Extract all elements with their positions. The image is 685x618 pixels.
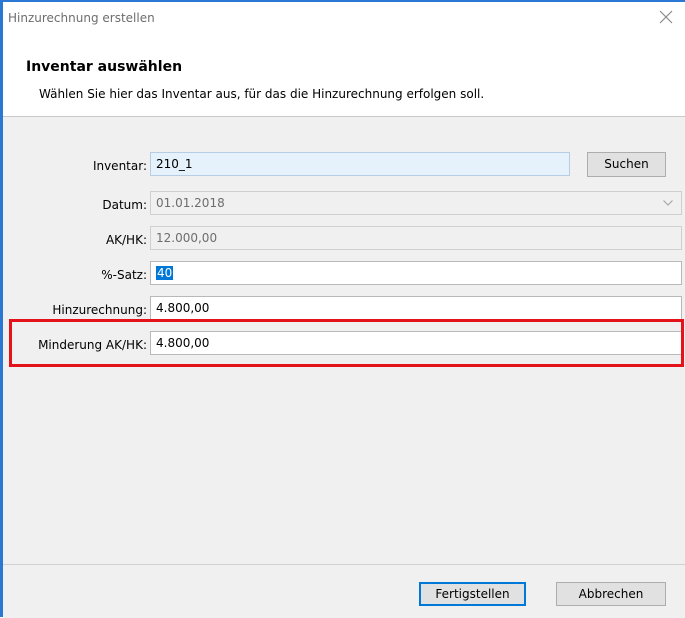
satz-value: 40	[156, 266, 174, 280]
highlight-annotation	[9, 319, 684, 367]
page-title: Inventar auswählen	[26, 59, 183, 75]
inventar-input[interactable]: 210_1	[150, 152, 570, 176]
akhk-field: 12.000,00	[150, 226, 682, 250]
satz-label: %-Satz:	[101, 268, 147, 282]
datum-label: Datum:	[102, 198, 147, 212]
akhk-label: AK/HK:	[105, 233, 147, 247]
window-title: Hinzurechnung erstellen	[8, 11, 155, 25]
window-border-left	[0, 0, 3, 617]
akhk-value: 12.000,00	[156, 231, 218, 245]
dialog-window: Hinzurechnung erstellen Inventar auswähl…	[0, 0, 685, 618]
datum-select[interactable]: 01.01.2018	[150, 191, 682, 215]
chevron-down-icon	[663, 200, 673, 206]
finish-button[interactable]: Fertigstellen	[419, 582, 526, 606]
inventar-label: Inventar:	[92, 159, 147, 173]
dialog-footer: Fertigstellen Abbrechen	[3, 564, 685, 618]
satz-input[interactable]: 40	[150, 261, 682, 285]
hinzurechnung-label: Hinzurechnung:	[52, 303, 147, 317]
title-bar: Hinzurechnung erstellen	[3, 2, 685, 32]
datum-value: 01.01.2018	[156, 196, 225, 210]
hinzurechnung-input[interactable]: 4.800,00	[150, 296, 682, 320]
cancel-button[interactable]: Abbrechen	[556, 582, 666, 606]
wizard-header: Inventar auswählen Wählen Sie hier das I…	[3, 32, 685, 117]
window-border-top	[0, 0, 685, 2]
page-description: Wählen Sie hier das Inventar aus, für da…	[39, 87, 485, 101]
inventar-value: 210_1	[156, 157, 193, 171]
search-button[interactable]: Suchen	[587, 152, 666, 177]
close-icon[interactable]	[657, 8, 675, 26]
hinzurechnung-value: 4.800,00	[156, 301, 210, 315]
